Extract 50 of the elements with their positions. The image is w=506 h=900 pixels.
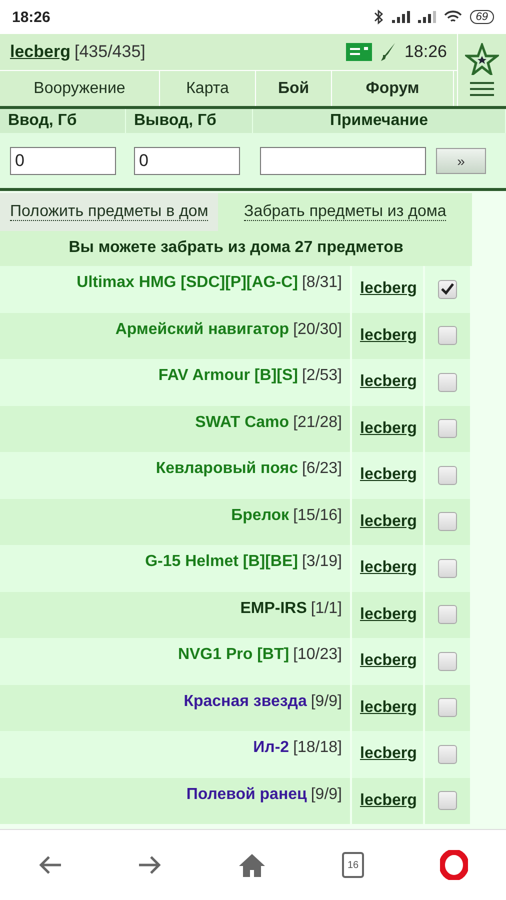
menu-icon[interactable] (470, 81, 494, 97)
knife-icon (380, 42, 396, 62)
mode-link[interactable]: Забрать предметы из дома (218, 193, 472, 231)
owner-link[interactable]: lecberg (360, 420, 417, 438)
envelope-icon[interactable] (346, 43, 372, 61)
owner-link[interactable]: lecberg (360, 606, 417, 624)
checkbox[interactable] (438, 698, 457, 718)
item-cell: Полевой ранец [9/9] (0, 778, 352, 824)
opera-logo-icon[interactable] (440, 850, 468, 880)
checkbox[interactable] (438, 466, 457, 485)
items-heading: Вы можете забрать из дома 27 предметов (0, 231, 472, 266)
owner-link[interactable]: lecberg (360, 652, 417, 670)
star-icon[interactable] (465, 43, 499, 75)
output-field[interactable]: 0 (134, 146, 240, 174)
checkbox[interactable] (438, 744, 457, 764)
checkbox[interactable] (438, 280, 457, 299)
mode-link[interactable]: Положить предметы в дом (0, 193, 218, 231)
owner-link[interactable]: lecberg (360, 512, 417, 531)
health-text: [435/435] (74, 42, 146, 62)
server-time: 18:26 (404, 42, 447, 62)
submit-button[interactable]: » (436, 148, 486, 174)
owner-link[interactable]: lecberg (360, 466, 417, 484)
owner-link[interactable]: lecberg (360, 280, 417, 298)
owner-link[interactable]: lecberg (360, 745, 417, 764)
note-field[interactable] (260, 146, 426, 174)
tab-count[interactable]: 16 (342, 852, 364, 878)
battery-level: 69 (470, 10, 494, 24)
signal-icon (392, 11, 410, 23)
forward-icon[interactable] (138, 855, 162, 875)
checkbox[interactable] (438, 791, 457, 810)
owner-link[interactable]: lecberg (360, 698, 417, 717)
owner-link[interactable]: lecberg (360, 373, 417, 392)
clock: 18:26 (12, 8, 50, 26)
checkbox[interactable] (438, 605, 457, 624)
bluetooth-icon (374, 9, 384, 25)
back-icon[interactable] (38, 855, 62, 875)
home-icon[interactable] (238, 853, 266, 877)
owner-link[interactable]: lecberg (360, 326, 417, 345)
owner-link[interactable]: lecberg (360, 792, 417, 810)
checkbox[interactable] (438, 419, 457, 438)
wifi-icon (444, 10, 462, 24)
owner-link[interactable]: lecberg (360, 559, 417, 578)
input-field[interactable]: 0 (10, 146, 116, 174)
checkbox[interactable] (438, 512, 457, 532)
username-link[interactable]: lecberg (10, 42, 70, 62)
checkbox[interactable] (438, 326, 457, 346)
checkbox[interactable] (438, 652, 457, 671)
checkbox[interactable] (438, 372, 457, 392)
signal-icon (418, 11, 436, 23)
checkbox[interactable] (438, 558, 457, 578)
